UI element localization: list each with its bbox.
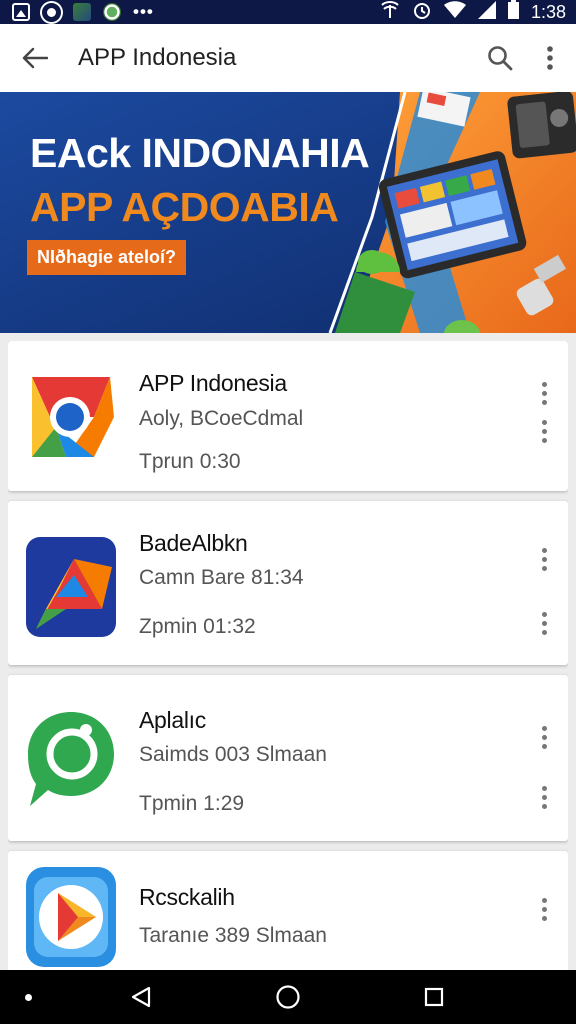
item-menu-button[interactable] <box>534 717 554 757</box>
arrow-back-icon <box>22 47 48 69</box>
alarm-icon <box>412 0 432 25</box>
signal-icon <box>380 0 400 24</box>
app-subtitle: Saimds 003 Slmaan <box>139 743 327 766</box>
banner-title: EAck INDONAHIA <box>30 130 370 176</box>
list-item[interactable]: APP Indonesia Aoly, BCoeCdmal Tprun 0:30 <box>8 341 568 491</box>
app-icon <box>73 3 91 21</box>
battery-icon <box>507 0 519 24</box>
more-vert-icon <box>547 46 553 70</box>
play-store-icon <box>26 867 116 967</box>
back-button[interactable] <box>0 24 70 92</box>
search-button[interactable] <box>476 24 524 92</box>
item-menu-button[interactable] <box>534 603 554 643</box>
app-name: Aplalıc <box>139 707 206 733</box>
more-vert-icon <box>541 725 547 749</box>
cellular-icon <box>477 0 496 24</box>
app-subtitle: Taranıe 389 Slmaan <box>139 924 327 947</box>
app-list: APP Indonesia Aoly, BCoeCdmal Tprun 0:30… <box>8 341 568 970</box>
circle-icon <box>42 2 61 22</box>
search-icon <box>488 46 513 71</box>
wifi-icon <box>443 0 466 24</box>
more-vert-icon <box>541 547 547 571</box>
nav-back-button[interactable] <box>126 982 156 1012</box>
app-time: Tprun 0:30 <box>139 450 241 473</box>
banner-subtitle: APP AÇDOABIA <box>30 184 339 230</box>
app-icon <box>103 3 121 21</box>
nav-recents-button[interactable] <box>419 982 449 1012</box>
gallery-icon <box>12 3 30 21</box>
page-title: APP Indonesia <box>78 44 237 71</box>
nav-home-icon <box>276 985 300 1009</box>
item-menu-button[interactable] <box>534 411 554 451</box>
item-menu-button[interactable] <box>534 777 554 817</box>
app-time: Tpmin 1:29 <box>139 792 245 815</box>
app-name: APP Indonesia <box>139 370 287 396</box>
status-left-icons: ••• <box>12 2 154 22</box>
more-vert-icon <box>541 381 547 405</box>
more-options-button[interactable] <box>524 24 576 92</box>
status-right-icons: 1:38 <box>380 0 566 25</box>
app-time: Zpmin 01:32 <box>139 615 256 638</box>
system-nav-bar <box>0 970 576 1024</box>
chrome-like-icon <box>32 377 114 457</box>
item-menu-button[interactable] <box>534 373 554 413</box>
nav-indicator-dot <box>25 994 32 1001</box>
list-item[interactable]: Aplalıc Saimds 003 Slmaan Tpmin 1:29 <box>8 675 568 841</box>
status-bar: ••• 1:38 <box>0 0 576 24</box>
app-bar: APP Indonesia <box>0 24 576 92</box>
banner-tag[interactable]: NIðhagie ateloí? <box>27 240 187 275</box>
app-subtitle: Aoly, BCoeCdmal <box>139 407 304 430</box>
nav-recents-icon <box>424 987 444 1007</box>
nav-home-button[interactable] <box>273 982 303 1012</box>
app-name: Rcsckalih <box>139 884 235 910</box>
promo-banner[interactable]: EAck INDONAHIA APP AÇDOABIA NIðhagie ate… <box>0 92 576 333</box>
list-item[interactable]: Rcsckalih Taranıe 389 Slmaan <box>8 851 568 970</box>
more-icon: ••• <box>133 2 154 21</box>
more-vert-icon <box>541 419 547 443</box>
item-menu-button[interactable] <box>534 889 554 929</box>
list-item[interactable]: BadeAlbkn Camn Bare 81:34 Zpmin 01:32 <box>8 501 568 665</box>
more-vert-icon <box>541 785 547 809</box>
status-time: 1:38 <box>530 1 566 22</box>
nav-back-icon <box>131 986 151 1008</box>
triangle-logo-icon <box>26 537 116 637</box>
item-menu-button[interactable] <box>534 539 554 579</box>
more-vert-icon <box>541 897 547 921</box>
app-name: BadeAlbkn <box>139 530 248 556</box>
app-subtitle: Camn Bare 81:34 <box>139 566 304 589</box>
more-vert-icon <box>541 611 547 635</box>
chat-bubble-icon <box>28 712 114 806</box>
